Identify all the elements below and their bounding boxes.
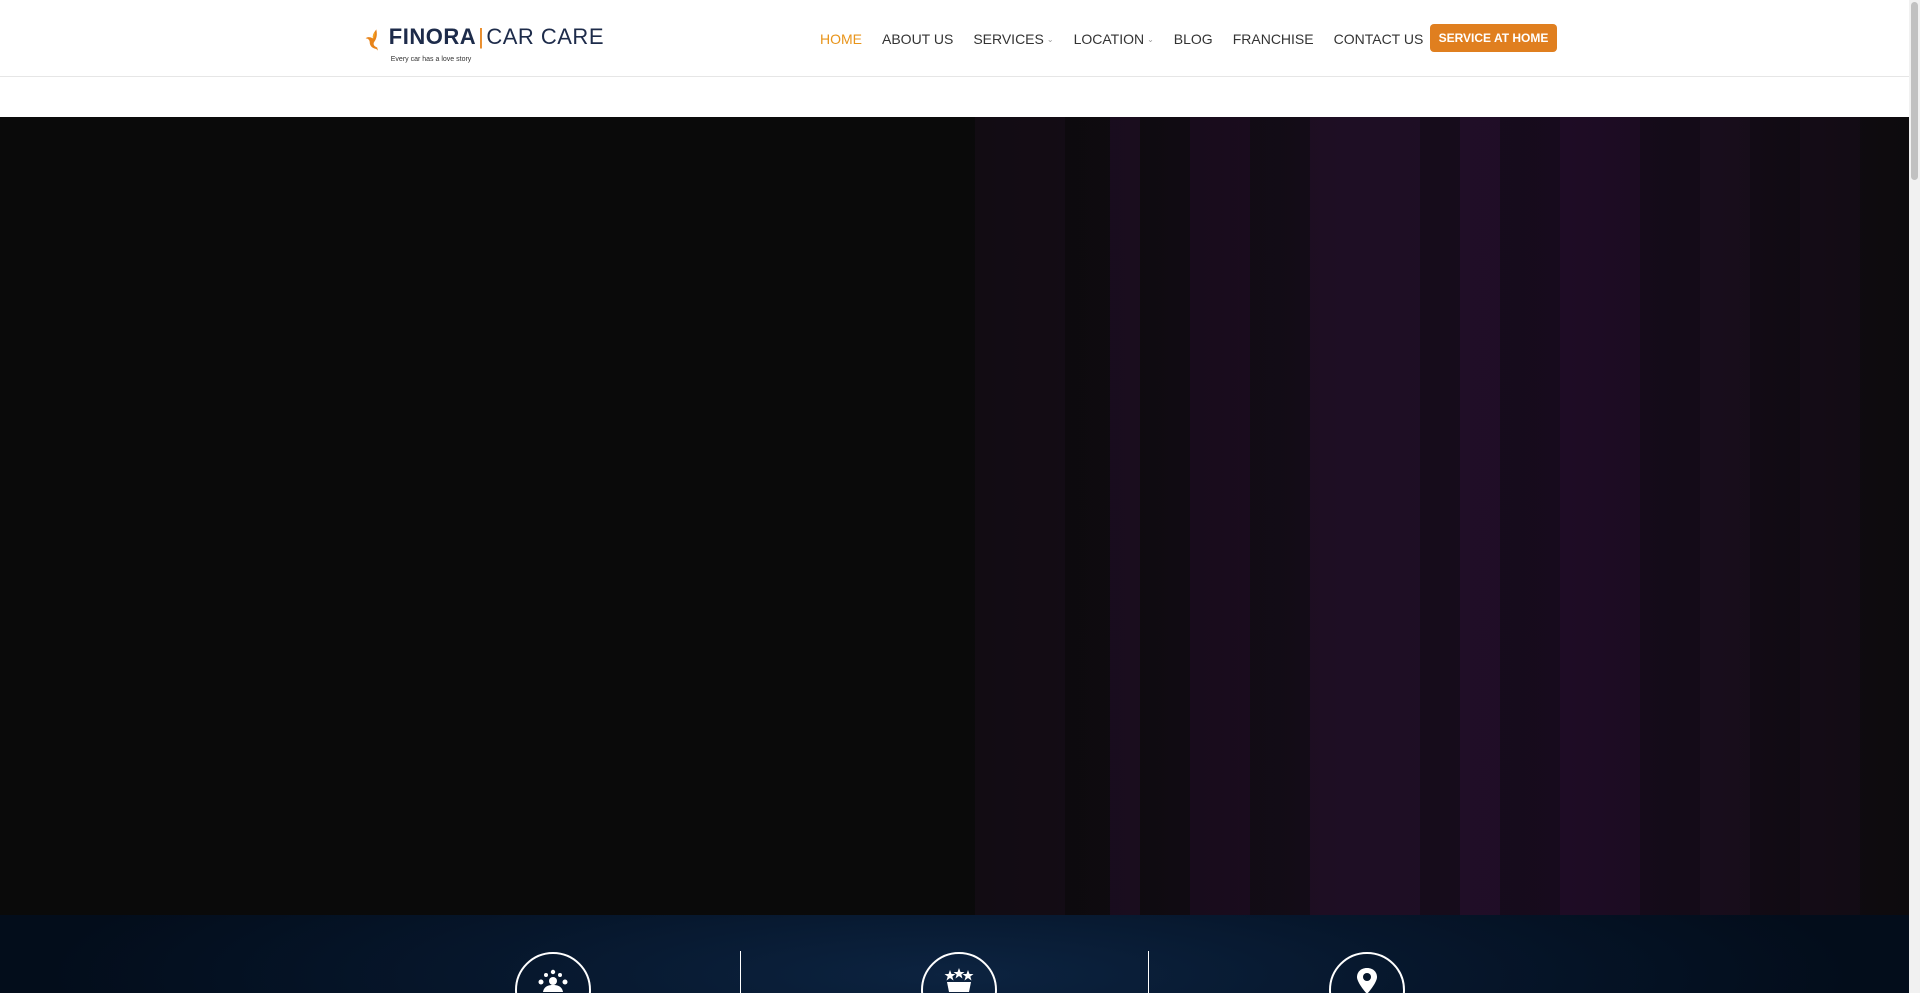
nav-item-label: FRANCHISE bbox=[1232, 31, 1314, 47]
logo-separator: | bbox=[478, 24, 485, 49]
feature-team bbox=[515, 952, 591, 993]
logo-name: FINORA|CAR CARE bbox=[389, 26, 604, 48]
rating-badge-icon bbox=[944, 968, 974, 992]
site-logo[interactable]: FINORA|CAR CARE Every car has a love sto… bbox=[364, 12, 604, 68]
hero-light-stripe bbox=[1310, 117, 1420, 915]
nav-item-location[interactable]: LOCATION ⌄ bbox=[1074, 31, 1154, 47]
nav-item-home[interactable]: HOME bbox=[820, 31, 862, 47]
nav-item-label: CONTACT US bbox=[1333, 31, 1424, 47]
site-header: FINORA|CAR CARE Every car has a love sto… bbox=[0, 0, 1909, 77]
hero-light-stripe bbox=[1190, 117, 1250, 915]
header-sub-bar bbox=[0, 77, 1909, 117]
hero-light-stripe bbox=[1110, 117, 1140, 915]
nav-item-label: BLOG bbox=[1173, 31, 1213, 47]
feature-divider bbox=[740, 951, 741, 993]
chevron-down-icon: ⌄ bbox=[1147, 34, 1154, 44]
feature-divider bbox=[1148, 951, 1149, 993]
scrollbar-thumb[interactable] bbox=[1911, 2, 1918, 180]
nav-item-blog[interactable]: BLOG bbox=[1174, 31, 1213, 47]
service-at-home-button[interactable]: SERVICE AT HOME bbox=[1430, 24, 1557, 52]
nav-item-contact-us[interactable]: CONTACT US bbox=[1334, 31, 1424, 47]
location-pin-icon bbox=[1357, 968, 1377, 993]
nav-item-label: SERVICES bbox=[973, 31, 1044, 47]
nav-item-about-us[interactable]: ABOUT US bbox=[882, 31, 953, 47]
nav-item-label: HOME bbox=[820, 31, 862, 47]
page-scrollbar[interactable] bbox=[1909, 0, 1920, 993]
team-icon bbox=[538, 969, 568, 992]
hero-light-stripe bbox=[1700, 117, 1750, 915]
nav-item-label: LOCATION bbox=[1073, 31, 1145, 47]
logo-suffix: CAR CARE bbox=[486, 24, 604, 49]
main-nav: HOME ABOUT US SERVICES ⌄ LOCATION ⌄ BLOG F… bbox=[820, 29, 1443, 49]
bird-logo-icon bbox=[365, 29, 378, 51]
feature-location bbox=[1329, 952, 1405, 993]
nav-item-services[interactable]: SERVICES ⌄ bbox=[973, 31, 1053, 47]
hero-light-stripe bbox=[1460, 117, 1500, 915]
nav-item-label: ABOUT US bbox=[882, 31, 954, 47]
features-band bbox=[0, 915, 1909, 993]
logo-text: FINORA|CAR CARE Every car has a love sto… bbox=[389, 26, 604, 64]
nav-item-franchise[interactable]: FRANCHISE bbox=[1233, 31, 1314, 47]
page: FINORA|CAR CARE Every car has a love sto… bbox=[0, 0, 1920, 993]
hero-light-stripe bbox=[975, 117, 1065, 915]
chevron-down-icon: ⌄ bbox=[1046, 34, 1054, 44]
feature-rating bbox=[921, 952, 997, 993]
hero-light-stripe bbox=[1560, 117, 1640, 915]
hero-banner bbox=[0, 117, 1909, 915]
logo-tagline: Every car has a love story bbox=[390, 56, 472, 63]
hero-light-stripe bbox=[1800, 117, 1860, 915]
logo-brand: FINORA bbox=[388, 24, 477, 49]
